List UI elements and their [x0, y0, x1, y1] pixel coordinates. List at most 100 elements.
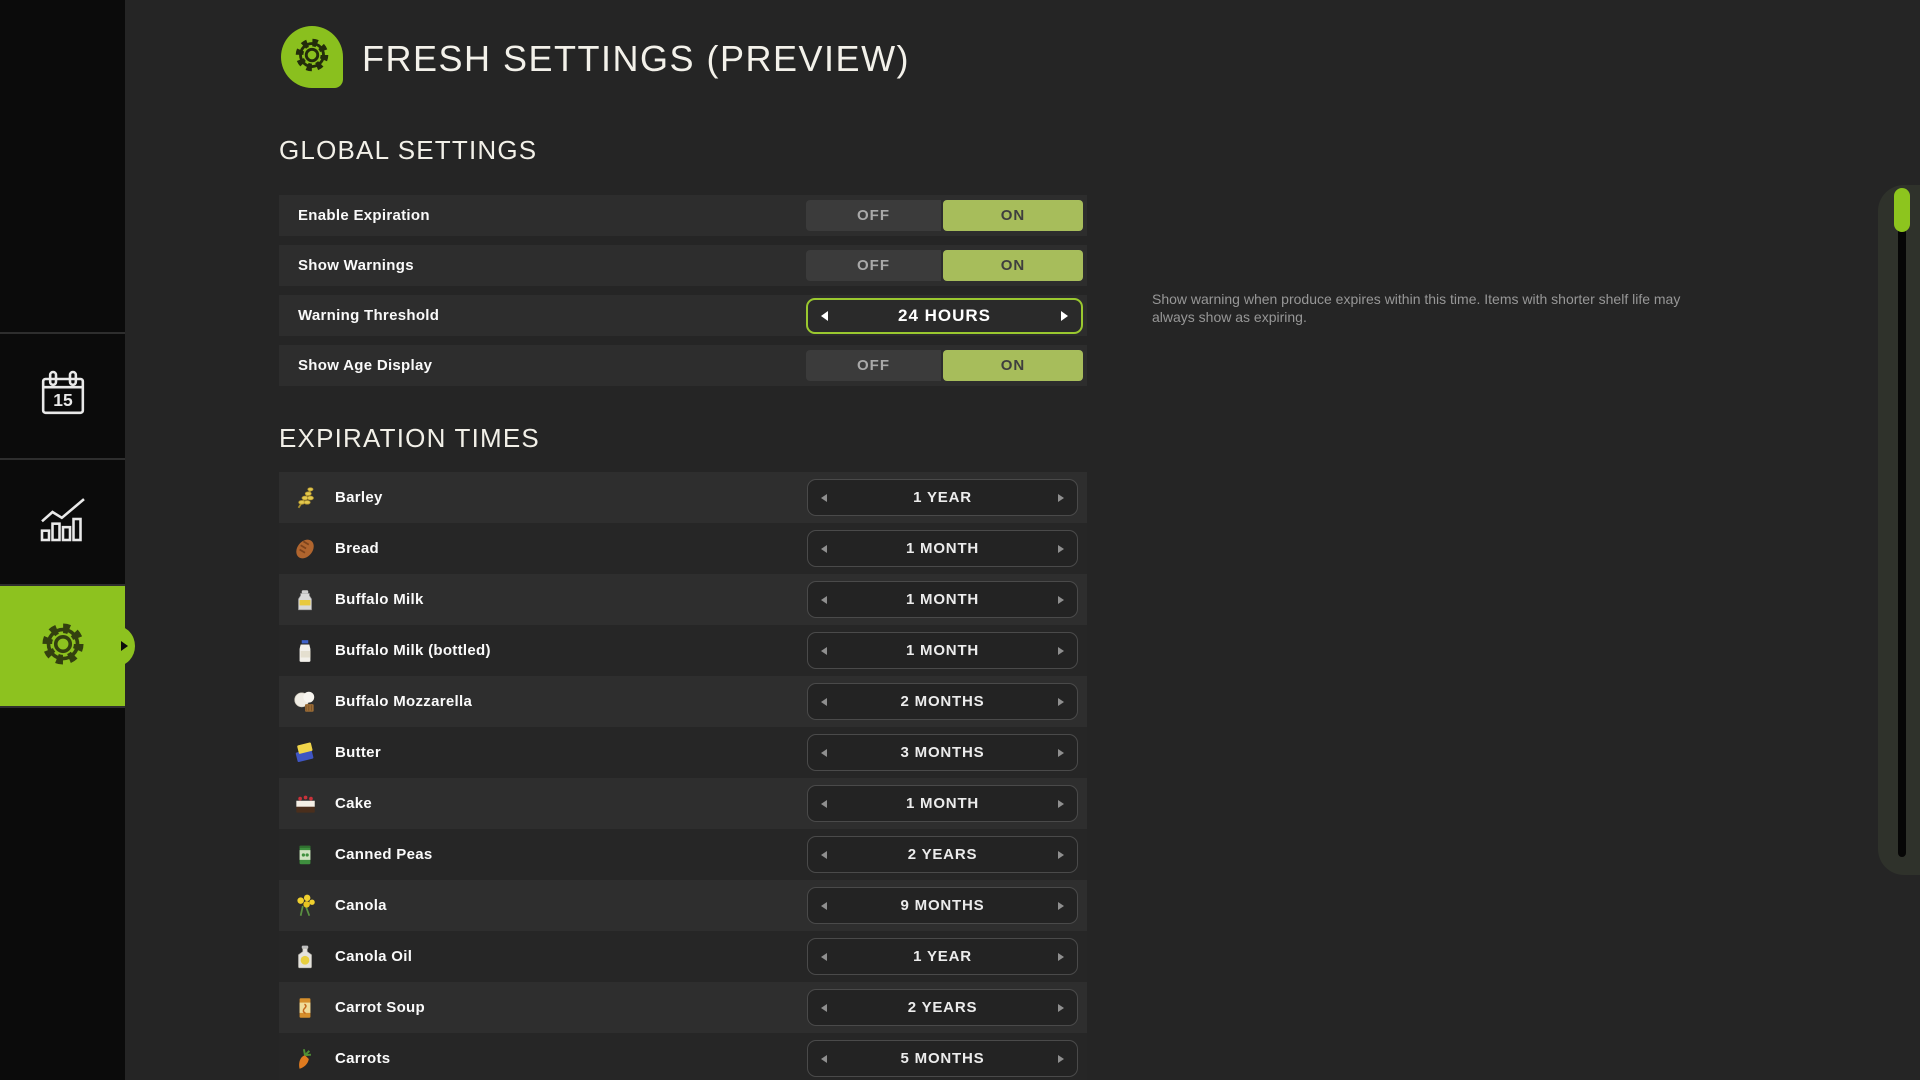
setting-label: Warning Threshold [279, 307, 439, 324]
stepper-right-arrow-icon[interactable] [1058, 545, 1064, 553]
active-tab-arrow-icon [121, 641, 128, 651]
bar-chart-icon [35, 491, 91, 552]
stepper-left-arrow-icon[interactable] [821, 953, 827, 961]
stepper-value: 2 YEARS [908, 846, 978, 863]
item-expiration-stepper[interactable]: 1 MONTH [807, 581, 1078, 618]
stepper-right-arrow-icon[interactable] [1058, 902, 1064, 910]
stepper-right-arrow-icon[interactable] [1058, 596, 1064, 604]
oil-jug-icon [292, 944, 318, 970]
toggle-on-button[interactable]: ON [943, 200, 1083, 231]
item-expiration-stepper[interactable]: 5 MONTHS [807, 1040, 1078, 1077]
global-settings-heading: GLOBAL SETTINGS [279, 135, 537, 166]
soup-can-icon [292, 995, 318, 1021]
stepper-right-arrow-icon[interactable] [1058, 953, 1064, 961]
stepper-right-arrow-icon[interactable] [1061, 311, 1068, 321]
stepper-right-arrow-icon[interactable] [1058, 647, 1064, 655]
sidebar-tab-settings-active[interactable] [0, 584, 125, 708]
stepper-left-arrow-icon[interactable] [821, 800, 827, 808]
sidebar-tab-statistics[interactable] [0, 458, 125, 582]
list-item: Canola 9 MONTHS [279, 880, 1087, 931]
item-expiration-stepper[interactable]: 1 MONTH [807, 785, 1078, 822]
stepper-left-arrow-icon[interactable] [821, 596, 827, 604]
item-expiration-stepper[interactable]: 1 MONTH [807, 632, 1078, 669]
stepper-left-arrow-icon[interactable] [821, 1055, 827, 1063]
list-item: Canola Oil 1 YEAR [279, 931, 1087, 982]
mozzarella-icon [292, 689, 318, 715]
scrollbar-track[interactable] [1898, 195, 1906, 857]
item-label: Carrot Soup [335, 999, 425, 1016]
stepper-left-arrow-icon[interactable] [821, 545, 827, 553]
calendar-icon: 15 [35, 365, 91, 426]
warning-threshold-stepper[interactable]: 24 HOURS [806, 298, 1083, 334]
stepper-right-arrow-icon[interactable] [1058, 1055, 1064, 1063]
setting-row-warning-threshold: Warning Threshold 24 HOURS [279, 295, 1087, 336]
list-item: Buffalo Milk (bottled) 1 MONTH [279, 625, 1087, 676]
item-expiration-stepper[interactable]: 3 MONTHS [807, 734, 1078, 771]
milk-can-icon [292, 587, 318, 613]
butter-icon [292, 740, 318, 766]
stepper-value: 1 MONTH [906, 540, 979, 557]
milk-bottle-icon [292, 638, 318, 664]
item-label: Buffalo Milk (bottled) [335, 642, 491, 659]
stepper-value: 2 YEARS [908, 999, 978, 1016]
setting-tooltip-text: Show warning when produce expires within… [1152, 290, 1717, 326]
barley-icon [292, 485, 318, 511]
item-label: Barley [335, 489, 383, 506]
stepper-left-arrow-icon[interactable] [821, 902, 827, 910]
list-item: Canned Peas 2 YEARS [279, 829, 1087, 880]
enable-expiration-toggle: OFF ON [806, 200, 1083, 231]
scroll-panel [1878, 185, 1920, 875]
toggle-off-button[interactable]: OFF [806, 200, 941, 231]
list-item: Cake 1 MONTH [279, 778, 1087, 829]
show-warnings-toggle: OFF ON [806, 250, 1083, 281]
list-item: Barley 1 YEAR [279, 472, 1087, 523]
show-age-display-toggle: OFF ON [806, 350, 1083, 381]
canned-peas-icon [292, 842, 318, 868]
stepper-right-arrow-icon[interactable] [1058, 1004, 1064, 1012]
toggle-off-button[interactable]: OFF [806, 250, 941, 281]
setting-label: Show Age Display [279, 357, 432, 374]
carrot-icon [292, 1046, 318, 1072]
item-expiration-stepper[interactable]: 2 YEARS [807, 836, 1078, 873]
stepper-left-arrow-icon[interactable] [821, 1004, 827, 1012]
stepper-left-arrow-icon[interactable] [821, 698, 827, 706]
item-expiration-stepper[interactable]: 1 MONTH [807, 530, 1078, 567]
item-expiration-stepper[interactable]: 2 MONTHS [807, 683, 1078, 720]
cake-icon [292, 791, 318, 817]
stepper-left-arrow-icon[interactable] [821, 749, 827, 757]
setting-row-show-warnings: Show Warnings OFF ON [279, 245, 1087, 286]
calendar-day-label: 15 [53, 389, 73, 409]
toggle-off-button[interactable]: OFF [806, 350, 941, 381]
page-title: FRESH SETTINGS (PREVIEW) [362, 38, 910, 80]
sidebar-tab-calendar[interactable]: 15 [0, 332, 125, 456]
list-item: Carrot Soup 2 YEARS [279, 982, 1087, 1033]
item-expiration-stepper[interactable]: 2 YEARS [807, 989, 1078, 1026]
item-label: Butter [335, 744, 381, 761]
stepper-right-arrow-icon[interactable] [1058, 800, 1064, 808]
stepper-right-arrow-icon[interactable] [1058, 494, 1064, 502]
stepper-value: 1 YEAR [913, 489, 972, 506]
stepper-right-arrow-icon[interactable] [1058, 749, 1064, 757]
scrollbar-thumb[interactable] [1894, 188, 1910, 232]
stepper-right-arrow-icon[interactable] [1058, 851, 1064, 859]
list-item: Butter 3 MONTHS [279, 727, 1087, 778]
toggle-on-button[interactable]: ON [943, 250, 1083, 281]
stepper-value: 3 MONTHS [901, 744, 985, 761]
stepper-left-arrow-icon[interactable] [821, 851, 827, 859]
item-label: Buffalo Mozzarella [335, 693, 472, 710]
item-expiration-stepper[interactable]: 1 YEAR [807, 938, 1078, 975]
list-item: Buffalo Mozzarella 2 MONTHS [279, 676, 1087, 727]
bread-icon [292, 536, 318, 562]
stepper-left-arrow-icon[interactable] [821, 647, 827, 655]
page-icon-badge [281, 26, 343, 88]
item-expiration-stepper[interactable]: 1 YEAR [807, 479, 1078, 516]
expiration-times-heading: EXPIRATION TIMES [279, 423, 540, 454]
stepper-right-arrow-icon[interactable] [1058, 698, 1064, 706]
toggle-on-button[interactable]: ON [943, 350, 1083, 381]
stepper-left-arrow-icon[interactable] [821, 311, 828, 321]
stepper-value: 9 MONTHS [901, 897, 985, 914]
gear-icon [289, 32, 335, 83]
item-label: Canola [335, 897, 387, 914]
stepper-left-arrow-icon[interactable] [821, 494, 827, 502]
item-expiration-stepper[interactable]: 9 MONTHS [807, 887, 1078, 924]
